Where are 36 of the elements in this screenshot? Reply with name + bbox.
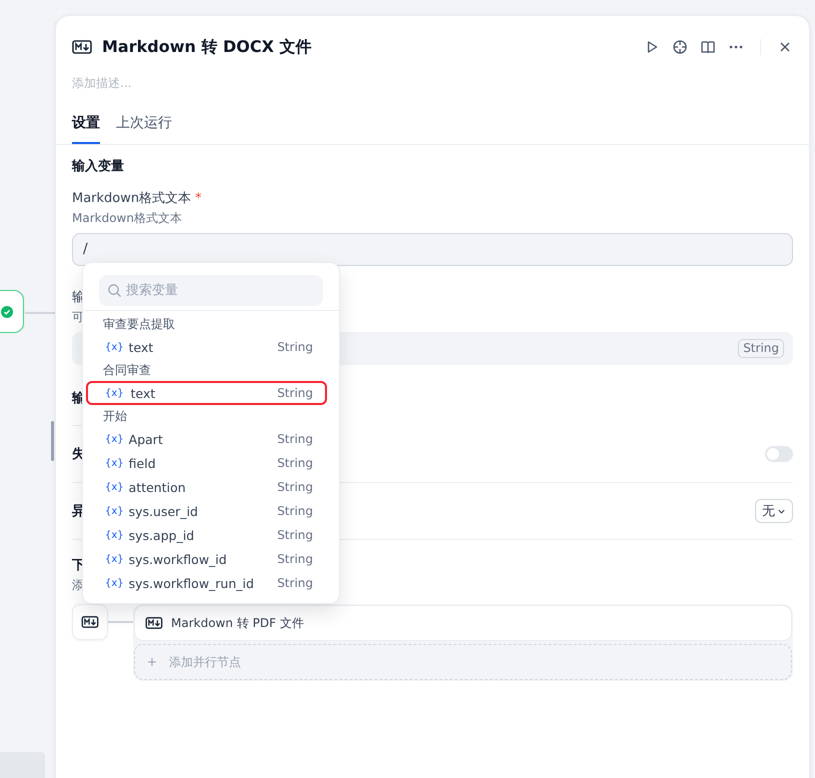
section-heading: 输入变量: [72, 158, 124, 175]
field-label: Markdown格式文本 *: [72, 190, 202, 207]
tab[interactable]: 设置: [72, 114, 100, 144]
crosshair-icon[interactable]: [672, 39, 688, 55]
connector-line: [25, 312, 55, 314]
toggle-switch[interactable]: [765, 446, 793, 462]
scrollbar: [51, 421, 54, 461]
group-heading: 合同审查: [102, 362, 152, 379]
variable-item[interactable]: {x} field String: [86, 451, 327, 475]
variable-item[interactable]: {x} sys.workflow_run_id String: [86, 571, 327, 595]
variable-item[interactable]: {x} Apart String: [86, 427, 327, 451]
next-node[interactable]: Markdown 转 PDF 文件: [134, 605, 792, 641]
type-tag: String: [738, 339, 784, 358]
input-field[interactable]: /: [72, 233, 793, 266]
group-heading: 审查要点提取: [102, 316, 176, 333]
field-hint: Markdown格式文本: [72, 210, 182, 227]
markdown-icon: [72, 40, 92, 54]
field-hint: 可: [72, 309, 84, 326]
plus-icon: [147, 657, 157, 667]
markdown-icon: [145, 617, 163, 629]
tab[interactable]: 上次运行: [116, 114, 172, 144]
select-dropdown[interactable]: 无: [755, 499, 793, 523]
variable-item[interactable]: {x} sys.app_id String: [86, 523, 327, 547]
markdown-icon: [81, 616, 99, 628]
check-icon: [1, 306, 13, 318]
variable-item[interactable]: {x} text String: [86, 381, 327, 405]
setting-label: 异: [72, 503, 85, 520]
book-icon[interactable]: [700, 39, 716, 55]
variable-item[interactable]: {x} text String: [86, 335, 327, 359]
variable-item[interactable]: {x} sys.user_id String: [86, 499, 327, 523]
variable-item[interactable]: {x} sys.workflow_id String: [86, 547, 327, 571]
panel-title: Markdown 转 DOCX 文件: [102, 36, 312, 58]
variable-item[interactable]: {x} attention String: [86, 475, 327, 499]
group-heading: 开始: [102, 408, 128, 425]
connector-line: [108, 621, 133, 622]
search-field[interactable]: 搜索变量: [99, 275, 323, 306]
